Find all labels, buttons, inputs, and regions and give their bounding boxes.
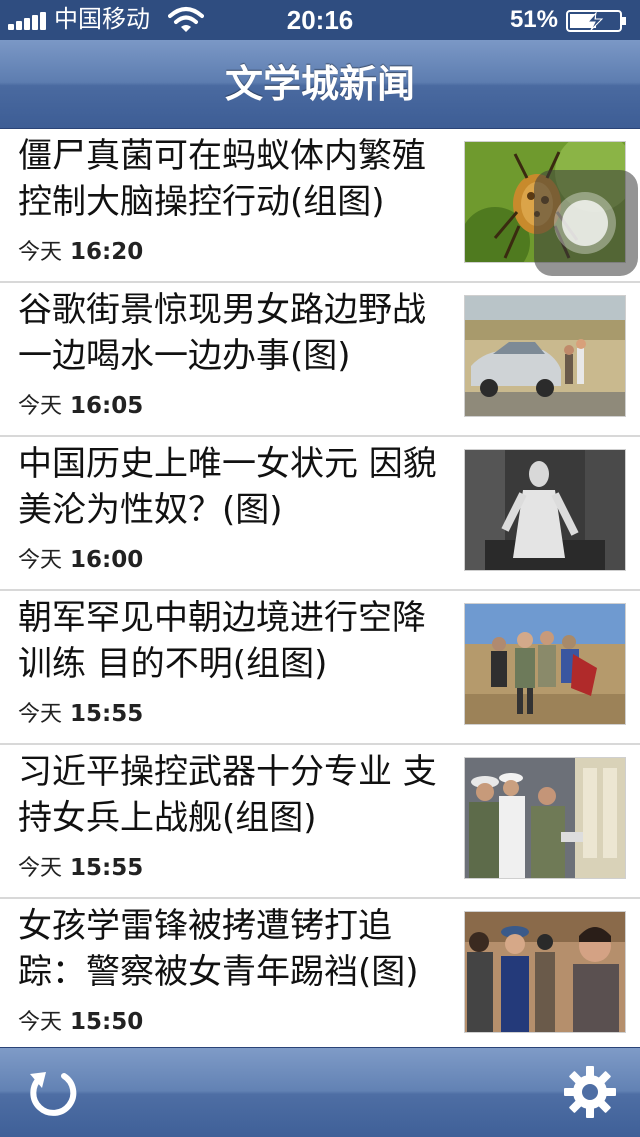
news-title: 女孩学雷锋被拷遭铐打追踪：警察被女青年踢裆(图) bbox=[18, 906, 419, 992]
historical-woman-photo bbox=[464, 449, 626, 571]
crowd-photo bbox=[464, 911, 626, 1033]
refresh-icon[interactable] bbox=[24, 1064, 80, 1120]
gear-icon[interactable] bbox=[562, 1064, 618, 1120]
news-day: 今天 bbox=[18, 856, 63, 881]
battery-percent: 51% bbox=[509, 6, 558, 33]
news-time: 16:05 bbox=[70, 393, 144, 419]
news-day: 今天 bbox=[18, 1010, 63, 1035]
news-time: 15:55 bbox=[70, 855, 144, 881]
battery-charging-icon bbox=[566, 10, 626, 32]
news-title: 习近平操控武器十分专业 支持女兵上战舰(组图) bbox=[18, 752, 437, 838]
news-item[interactable]: 习近平操控武器十分专业 支持女兵上战舰(组图) 今天 15:55 bbox=[0, 745, 640, 899]
navigation-bar: 文学城新闻 bbox=[0, 40, 640, 129]
page-title: 文学城新闻 bbox=[224, 62, 415, 106]
news-timestamp: 今天 16:20 bbox=[18, 237, 143, 268]
news-timestamp: 今天 15:55 bbox=[18, 853, 143, 884]
news-timestamp: 今天 15:55 bbox=[18, 699, 143, 730]
street-car-photo bbox=[464, 295, 626, 417]
news-title: 谷歌街景惊现男女路边野战 一边喝水一边办事(图) bbox=[18, 290, 426, 376]
news-timestamp: 今天 16:05 bbox=[18, 391, 143, 422]
news-item[interactable]: 谷歌街景惊现男女路边野战 一边喝水一边办事(图) 今天 16:05 bbox=[0, 283, 640, 437]
news-time: 16:00 bbox=[70, 547, 144, 573]
news-item[interactable]: 女孩学雷锋被拷遭铐打追踪：警察被女青年踢裆(图) 今天 15:50 bbox=[0, 899, 640, 1047]
soldiers-field-photo bbox=[464, 603, 626, 725]
news-day: 今天 bbox=[18, 394, 63, 419]
news-day: 今天 bbox=[18, 548, 63, 573]
news-time: 16:20 bbox=[70, 239, 144, 265]
assistive-touch-button[interactable] bbox=[534, 170, 638, 276]
news-timestamp: 今天 15:50 bbox=[18, 1007, 143, 1038]
news-title: 僵尸真菌可在蚂蚁体内繁殖控制大脑操控行动(组图) bbox=[18, 136, 426, 222]
news-title: 中国历史上唯一女状元 因貌美沦为性奴？(图) bbox=[18, 444, 437, 530]
news-timestamp: 今天 16:00 bbox=[18, 545, 143, 576]
news-time: 15:55 bbox=[70, 701, 144, 727]
news-time: 15:50 bbox=[70, 1009, 144, 1035]
news-item[interactable]: 中国历史上唯一女状元 因貌美沦为性奴？(图) 今天 16:00 bbox=[0, 437, 640, 591]
news-day: 今天 bbox=[18, 702, 63, 727]
status-bar: 中国移动 20:16 51% bbox=[0, 0, 640, 40]
news-day: 今天 bbox=[18, 240, 63, 265]
bottom-toolbar bbox=[0, 1047, 640, 1137]
news-title: 朝军罕见中朝边境进行空降训练 目的不明(组图) bbox=[18, 598, 426, 684]
news-item[interactable]: 朝军罕见中朝边境进行空降训练 目的不明(组图) 今天 15:55 bbox=[0, 591, 640, 745]
navy-officials-photo bbox=[464, 757, 626, 879]
assistive-touch-center bbox=[562, 200, 608, 246]
